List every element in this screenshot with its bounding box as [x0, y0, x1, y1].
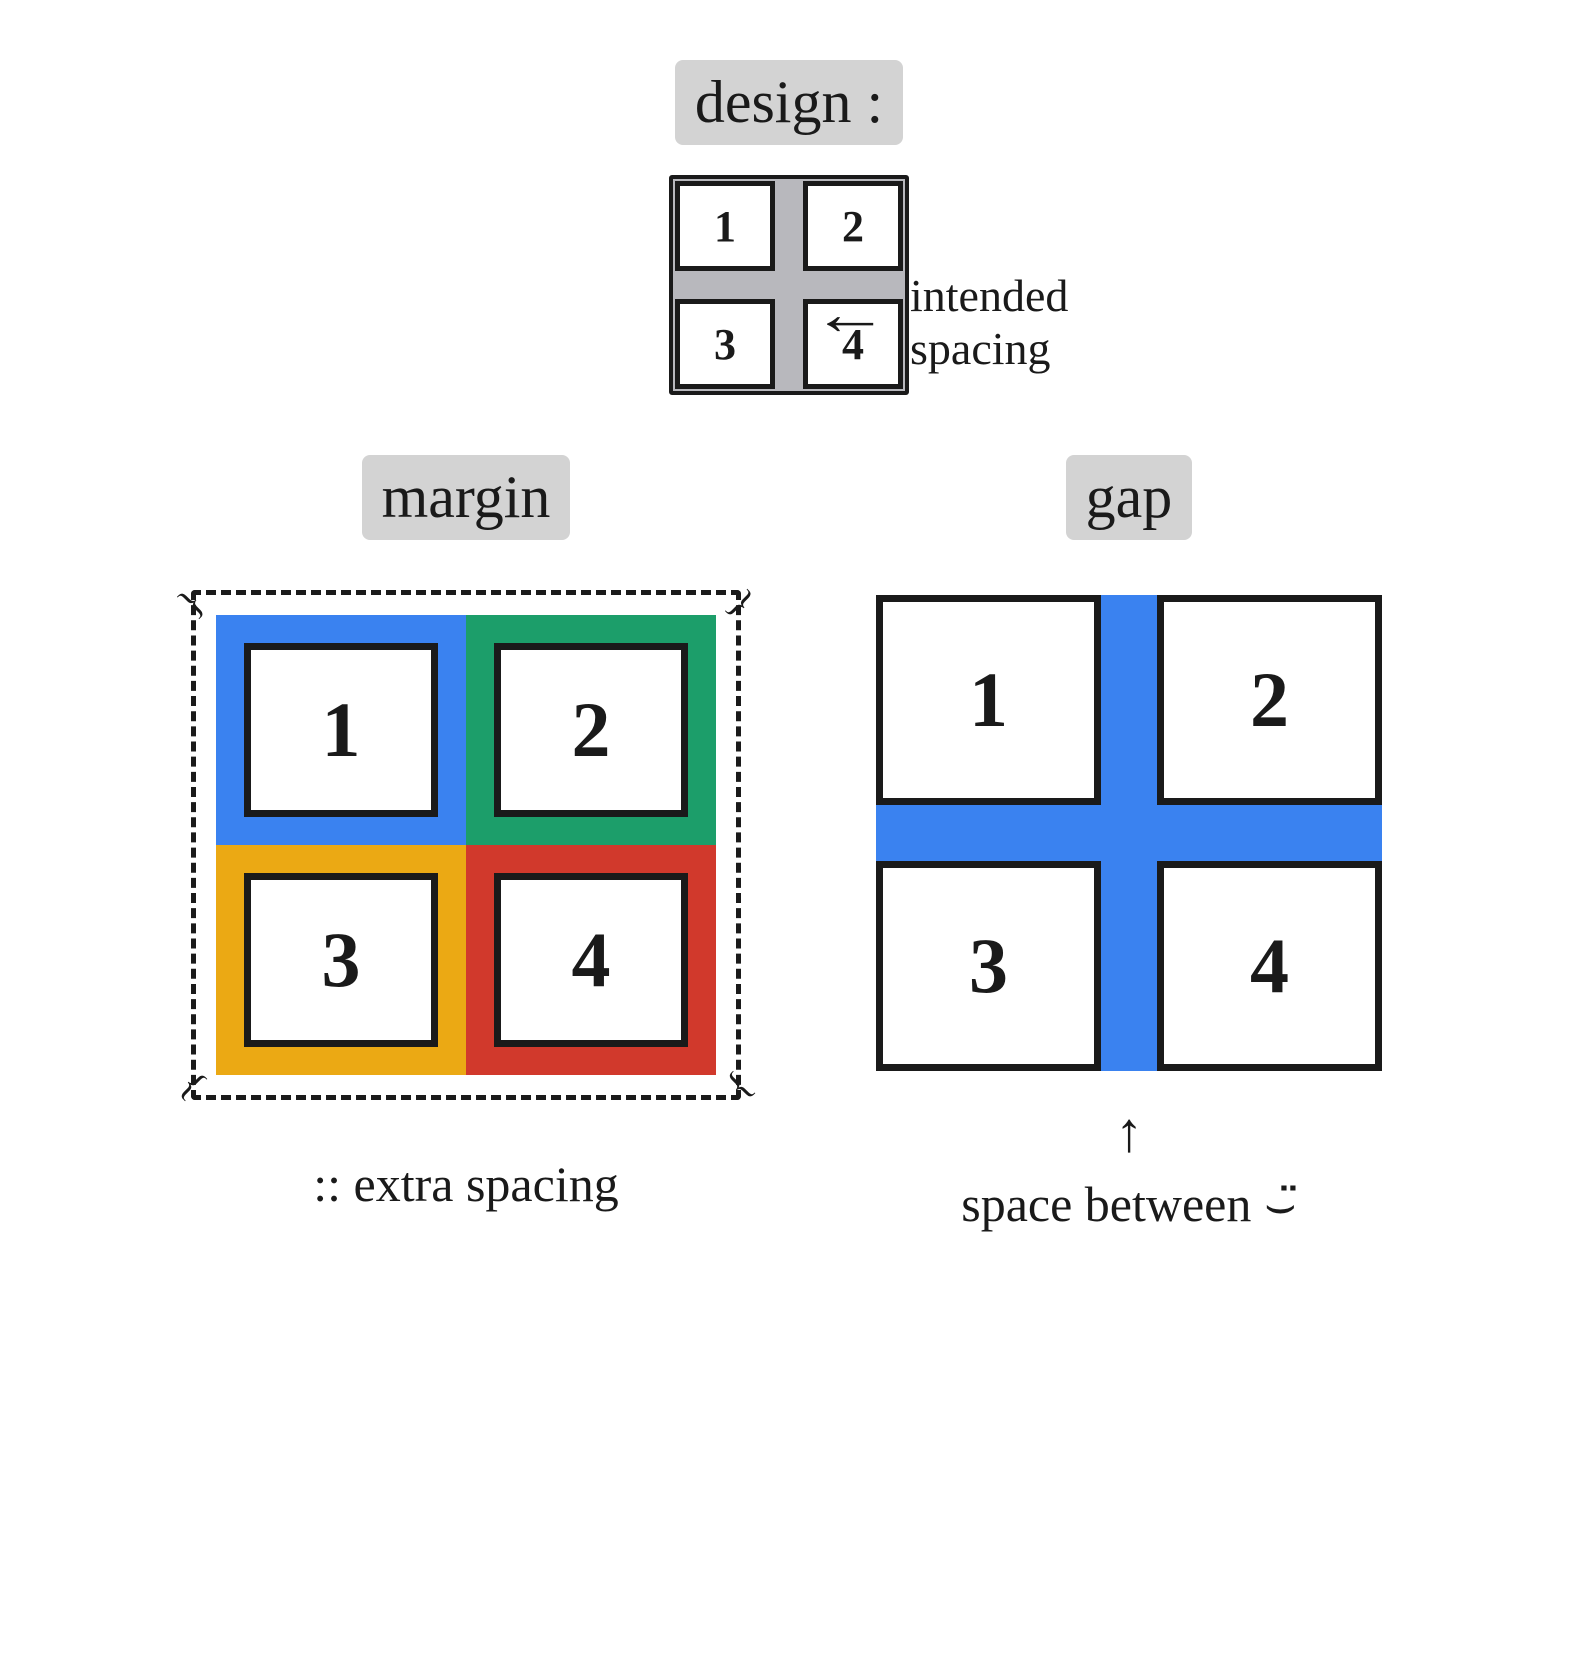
margin-caption: :: extra spacing	[313, 1155, 618, 1213]
margin-column: margin } } } } 1 2 3 4	[196, 455, 736, 1234]
margin-example: } } } } 1 2 3 4	[196, 595, 736, 1095]
design-cell-2: 2	[803, 181, 903, 271]
margin-title-label: margin	[362, 455, 571, 540]
comparison-columns: margin } } } } 1 2 3 4	[40, 455, 1538, 1234]
gap-caption: space between ⌣̈	[961, 1175, 1297, 1234]
gap-title-label: gap	[1066, 455, 1193, 540]
brace-icon: }	[719, 1065, 763, 1109]
margin-cell-wrapper-4: 4	[466, 845, 716, 1075]
design-annotation: intended spacing	[910, 270, 1068, 376]
arrow-up-icon: ↑	[1115, 1101, 1143, 1165]
brace-icon: }	[169, 581, 213, 625]
gap-grid: 1 2 3 4	[876, 595, 1382, 1071]
gap-cell-3: 3	[876, 861, 1101, 1071]
design-title-label: design :	[675, 60, 903, 145]
design-cell-1: 1	[675, 181, 775, 271]
margin-grid: 1 2 3 4	[216, 615, 716, 1075]
margin-cell-wrapper-1: 1	[216, 615, 466, 845]
gap-cell-2: 2	[1157, 595, 1382, 805]
arrow-left-icon: ←	[811, 280, 889, 349]
margin-cell-wrapper-2: 2	[466, 615, 716, 845]
design-cell-3: 3	[675, 299, 775, 389]
gap-cell-1: 1	[876, 595, 1101, 805]
gap-column: gap 1 2 3 4 ↑ space between ⌣̈	[876, 455, 1382, 1234]
margin-cell-3: 3	[244, 873, 438, 1047]
margin-cell-2: 2	[494, 643, 688, 817]
brace-icon: }	[719, 581, 763, 625]
gap-cell-4: 4	[1157, 861, 1382, 1071]
margin-cell-wrapper-3: 3	[216, 845, 466, 1075]
brace-icon: }	[169, 1065, 213, 1109]
design-section: design : 1 2 3 4 ← intended spacing	[40, 60, 1538, 395]
margin-cell-1: 1	[244, 643, 438, 817]
margin-cell-4: 4	[494, 873, 688, 1047]
